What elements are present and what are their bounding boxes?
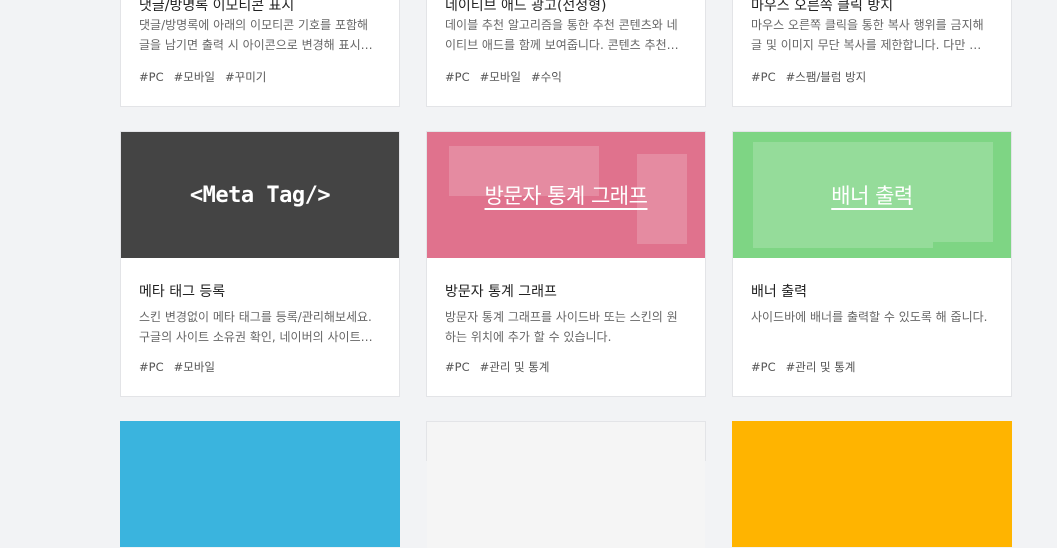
- card-tags: #PC #관리 및 통계: [751, 359, 865, 375]
- card-title: 네이티브 애드 광고(선정형): [445, 0, 607, 14]
- plugin-card-row3-1[interactable]: [120, 421, 400, 547]
- card-title: 마우스 오른쪽 클릭 방지: [751, 0, 894, 14]
- plugin-card-visitor-graph[interactable]: 방문자 통계 그래프 방문자 통계 그래프 방문자 통계 그래프를 사이드바 또…: [426, 131, 706, 397]
- tag[interactable]: #모바일: [174, 360, 215, 374]
- card-thumbnail[interactable]: [427, 422, 705, 548]
- card-tags: #PC #스팸/블럼 방지: [751, 69, 876, 85]
- card-title: 방문자 통계 그래프: [445, 284, 557, 300]
- card-description: 방문자 통계 그래프를 사이드바 또는 스킨의 원 하는 위치에 추가 할 수 …: [445, 310, 678, 344]
- tag[interactable]: #모바일: [480, 70, 521, 84]
- card-title: 메타 태그 등록: [139, 284, 226, 300]
- card-title: 배너 출력: [751, 284, 807, 300]
- card-description: 스킨 변경없이 메타 태그를 등록/관리해보세요. 구글의 사이트 소유권 확인…: [139, 310, 373, 344]
- plugin-card-meta-tag[interactable]: <Meta Tag/> 메타 태그 등록 스킨 변경없이 메타 태그를 등록/관…: [120, 131, 400, 397]
- card-title: 댓글/방명록 이모티콘 표시: [139, 0, 295, 14]
- tag[interactable]: #PC: [751, 70, 776, 84]
- plugin-card-right-click-block[interactable]: 마우스 오른쪽 클릭 방지 마우스 오른쪽 클릭을 통한 복사 행위를 금지해 …: [732, 0, 1012, 107]
- card-thumbnail[interactable]: 배너 출력: [733, 132, 1011, 258]
- thumbnail-caption: 방문자 통계 그래프: [484, 184, 648, 208]
- thumbnail-caption: <Meta Tag/>: [189, 182, 331, 208]
- plugin-card-emoticon[interactable]: 댓글/방명록 이모티콘 표시 댓글/방명록에 아래의 이모티콘 기호를 포함해 …: [120, 0, 400, 107]
- tag[interactable]: #꾸미기: [225, 70, 266, 84]
- tag[interactable]: #PC: [445, 360, 470, 374]
- tag[interactable]: #모바일: [174, 70, 215, 84]
- plugin-card-row3-2[interactable]: [426, 421, 706, 548]
- card-thumbnail[interactable]: 방문자 통계 그래프: [427, 132, 705, 258]
- tag[interactable]: #스팸/블럼 방지: [786, 70, 867, 84]
- card-tags: #PC #모바일 #꾸미기: [139, 69, 276, 85]
- card-description: 마우스 오른쪽 클릭을 통한 복사 행위를 금지해 글 및 이미지 무단 복사를…: [751, 18, 984, 52]
- card-thumbnail[interactable]: [120, 421, 400, 547]
- plugin-card-banner[interactable]: 배너 출력 배너 출력 사이드바에 배너를 출력할 수 있도록 해 줍니다. #…: [732, 131, 1012, 397]
- card-description: 댓글/방명록에 아래의 이모티콘 기호를 포함해 글을 남기면 출력 시 아이콘…: [139, 18, 373, 52]
- card-thumbnail[interactable]: [732, 421, 1012, 547]
- card-tags: #PC #관리 및 통계: [445, 359, 559, 375]
- tag[interactable]: #관리 및 통계: [480, 360, 550, 374]
- tag[interactable]: #관리 및 통계: [786, 360, 856, 374]
- card-tags: #PC #모바일: [139, 359, 225, 375]
- tag[interactable]: #PC: [751, 360, 776, 374]
- card-thumbnail[interactable]: <Meta Tag/>: [121, 132, 399, 258]
- card-description: 사이드바에 배너를 출력할 수 있도록 해 줍니다.: [751, 310, 988, 324]
- tag[interactable]: #PC: [139, 360, 164, 374]
- tag[interactable]: #PC: [445, 70, 470, 84]
- plugin-card-row3-3[interactable]: [732, 421, 1012, 547]
- plugin-card-native-ad[interactable]: 네이티브 애드 광고(선정형) 데이블 추천 알고리즘을 통한 추천 콘텐츠와 …: [426, 0, 706, 107]
- tag[interactable]: #PC: [139, 70, 164, 84]
- thumbnail-caption: 배너 출력: [831, 184, 913, 208]
- card-description: 데이블 추천 알고리즘을 통한 추천 콘텐츠와 네 이티브 애드를 함께 보여줍…: [445, 18, 679, 52]
- card-tags: #PC #모바일 #수익: [445, 69, 572, 85]
- tag[interactable]: #수익: [531, 70, 562, 84]
